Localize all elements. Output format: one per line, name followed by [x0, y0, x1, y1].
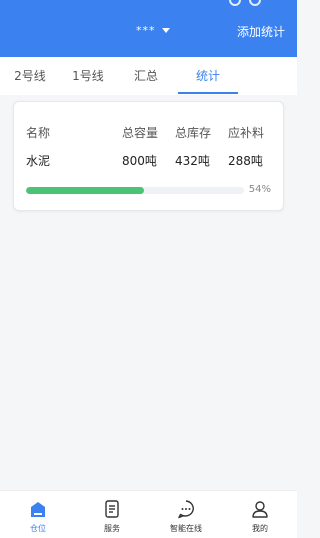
stock-progress-label: 54% [248, 184, 271, 195]
tab-line-2[interactable]: 2号线 [6, 57, 54, 95]
nav-warehouse[interactable]: 仓位 [1, 491, 75, 538]
chat-icon [178, 500, 194, 519]
material-name: 水泥 [26, 154, 51, 168]
column-header-replenish: 应补料 [228, 126, 265, 140]
tab-line-1[interactable]: 1号线 [64, 57, 112, 95]
status-icon [229, 0, 241, 6]
nav-smart-online-label: 智能在线 [170, 524, 202, 533]
nav-mine[interactable]: 我的 [223, 491, 297, 538]
nav-service-label: 服务 [104, 524, 120, 533]
user-icon [252, 501, 268, 518]
top-header: *** 添加统计 [0, 0, 297, 57]
status-icon [249, 0, 261, 6]
line-selector-label: *** [136, 24, 156, 37]
active-tab-indicator [178, 92, 238, 94]
column-header-stock: 总库存 [175, 126, 212, 140]
stock-progress-bar [26, 187, 244, 194]
document-icon [105, 500, 119, 518]
warehouse-icon [31, 502, 45, 517]
stock-progress-fill [26, 187, 144, 194]
tab-statistics[interactable]: 统计 [184, 57, 232, 95]
total-capacity-value: 800吨 [122, 154, 157, 168]
tab-summary[interactable]: 汇总 [122, 57, 170, 95]
tab-bar: 2号线 1号线 汇总 统计 [0, 57, 297, 95]
nav-smart-online[interactable]: 智能在线 [149, 491, 223, 538]
bottom-navigation: 仓位 服务 智能在线 我的 [0, 490, 297, 538]
add-statistic-button[interactable]: 添加统计 [237, 23, 285, 40]
nav-warehouse-label: 仓位 [30, 524, 46, 533]
total-stock-value: 432吨 [175, 154, 210, 168]
line-selector[interactable]: *** [136, 24, 170, 37]
statistics-card: 名称 总容量 总库存 应补料 水泥 800吨 432吨 288吨 54% [13, 101, 284, 211]
caret-down-icon [161, 28, 170, 33]
replenish-value: 288吨 [228, 154, 263, 168]
column-header-name: 名称 [26, 126, 51, 140]
nav-mine-label: 我的 [252, 524, 268, 533]
nav-service[interactable]: 服务 [75, 491, 149, 538]
column-header-capacity: 总容量 [122, 126, 159, 140]
